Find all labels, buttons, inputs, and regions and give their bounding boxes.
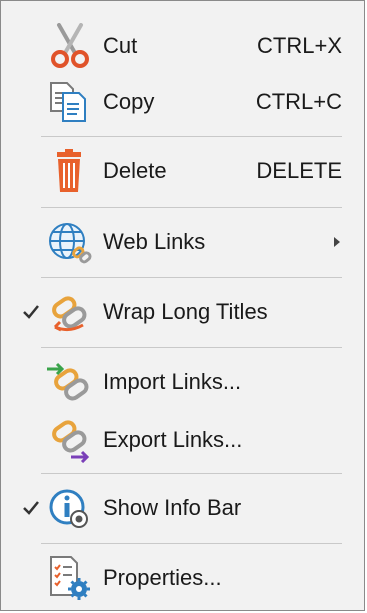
menu-item-delete[interactable]: Delete DELETE xyxy=(3,142,364,200)
menu-item-shortcut: CTRL+C xyxy=(255,89,342,114)
menu-item-import-links[interactable]: Import Links... xyxy=(3,353,364,411)
menu-item-label: Copy xyxy=(103,89,155,114)
menu-item-show-info-bar[interactable]: Show Info Bar xyxy=(3,479,364,537)
menu-separator xyxy=(41,473,342,474)
checkmark-icon xyxy=(21,498,41,518)
menu-item-shortcut: DELETE xyxy=(256,158,342,183)
submenu-arrow-icon xyxy=(332,235,342,249)
scissors-icon xyxy=(45,23,95,69)
menu-item-export-links[interactable]: Export Links... xyxy=(3,411,364,469)
menu-separator xyxy=(41,207,342,208)
trash-icon xyxy=(45,148,95,194)
menu-item-label: Show Info Bar xyxy=(103,495,242,520)
menu-separator xyxy=(41,543,342,544)
context-menu: Cut CTRL+X Copy CTRL+C Delete DELETE Web… xyxy=(0,0,365,611)
checkmark-icon xyxy=(21,302,41,322)
menu-item-label: Import Links... xyxy=(103,369,242,394)
menu-item-web-links[interactable]: Web Links xyxy=(3,213,364,271)
menu-item-label: Delete xyxy=(103,158,167,183)
export-links-icon xyxy=(45,417,95,464)
menu-item-wrap-long-titles[interactable]: Wrap Long Titles xyxy=(3,283,364,341)
info-bar-icon xyxy=(45,485,95,531)
menu-separator xyxy=(41,136,342,137)
menu-item-properties[interactable]: Properties... xyxy=(3,549,364,607)
menu-item-label: Properties... xyxy=(103,565,222,590)
copy-icon xyxy=(45,79,95,125)
properties-icon xyxy=(45,555,95,601)
menu-separator xyxy=(41,277,342,278)
wrap-link-icon xyxy=(45,289,95,335)
menu-item-shortcut: CTRL+X xyxy=(257,33,342,58)
menu-item-label: Cut xyxy=(103,33,138,58)
menu-item-cut[interactable]: Cut CTRL+X xyxy=(3,17,364,75)
import-links-icon xyxy=(45,359,95,405)
menu-item-label: Wrap Long Titles xyxy=(103,299,268,324)
menu-item-label: Export Links... xyxy=(103,427,243,452)
menu-item-copy[interactable]: Copy CTRL+C xyxy=(3,73,364,131)
globe-link-icon xyxy=(45,219,95,265)
menu-separator xyxy=(41,347,342,348)
menu-item-label: Web Links xyxy=(103,229,206,254)
